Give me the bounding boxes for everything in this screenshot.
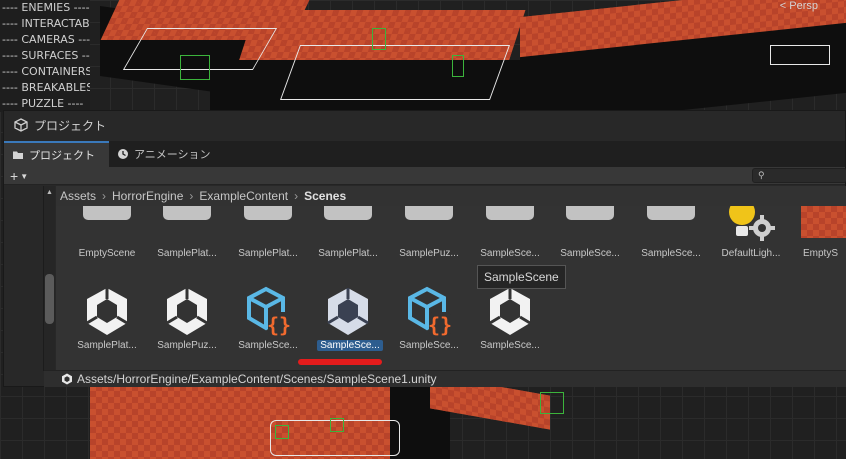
folder-icon (486, 206, 534, 220)
scene-collider (452, 55, 464, 77)
hierarchy-item[interactable]: ---- ENEMIES ---- (0, 0, 90, 16)
scene-wireframe (770, 45, 830, 65)
asset-scene-template[interactable]: {} SampleSce... (390, 286, 468, 360)
unity-scene-icon (489, 288, 531, 335)
svg-text:{}: {} (267, 313, 291, 337)
folder-icon (324, 206, 372, 220)
tab-project[interactable]: プロジェクト (4, 141, 109, 167)
dropdown-arrow-icon: ▼ (20, 172, 29, 182)
asset-folder[interactable]: EmptyScene (68, 206, 146, 280)
lighting-settings-icon (729, 206, 775, 241)
asset-scene[interactable]: SamplePlat... (68, 286, 146, 360)
folder-icon (244, 206, 292, 220)
folder-tree-pane[interactable] (4, 186, 44, 371)
asset-folder[interactable]: SamplePlat... (229, 206, 307, 280)
search-icon: ⚲ (758, 170, 765, 180)
asset-scene[interactable]: SampleSce... (471, 286, 549, 360)
asset-grid: EmptyScene SamplePlat... SamplePlat... S… (56, 206, 846, 370)
scene-collider (540, 392, 564, 414)
window-title: プロジェクト (34, 118, 107, 133)
search-input[interactable]: ⚲ (752, 168, 846, 183)
hierarchy-item[interactable]: ---- INTERACTABLES (0, 16, 90, 32)
scene-preview-icon (801, 206, 846, 238)
breadcrumb-item[interactable]: ExampleContent (199, 189, 288, 203)
scene-collider (275, 425, 289, 439)
persp-label[interactable]: < Persp (780, 0, 818, 12)
tab-bar: プロジェクト アニメーション (4, 141, 845, 167)
asset-scene-template[interactable]: {} SampleSce... (229, 286, 307, 360)
project-window: プロジェクト プロジェクト アニメーション +▼ ⚲ ▲ ▼ Assets › (3, 110, 846, 387)
hierarchy-item[interactable]: ---- CONTAINERS (0, 64, 90, 80)
unity-scene-icon (86, 288, 128, 335)
breadcrumb-current[interactable]: Scenes (304, 189, 346, 203)
breadcrumb-separator-icon: › (294, 189, 299, 203)
folder-icon (83, 206, 131, 220)
scene-collider (372, 28, 386, 50)
asset-label-selected: SampleSce... (317, 340, 383, 351)
scrollbar-thumb[interactable] (45, 274, 54, 324)
hierarchy-panel: ---- ENEMIES ---- ---- INTERACTABLES ---… (0, 0, 90, 112)
asset-label: SamplePuz... (157, 340, 217, 351)
asset-label: EmptyS (803, 248, 839, 259)
asset-label: SampleSce... (641, 248, 701, 259)
scene-collider (330, 418, 344, 432)
folder-icon (647, 206, 695, 220)
hierarchy-item[interactable]: ---- CAMERAS ---- (0, 32, 90, 48)
unity-scene-icon (166, 288, 208, 335)
asset-label: SampleSce... (399, 340, 459, 351)
folder-icon (163, 206, 211, 220)
tab-label: アニメーション (134, 149, 211, 161)
scene-template-icon: {} (408, 286, 452, 337)
asset-folder[interactable]: SampleSce... (632, 206, 710, 280)
asset-label: SamplePlat... (77, 340, 137, 351)
asset-scene[interactable]: SamplePuz... (148, 286, 226, 360)
asset-tooltip: SampleScene (477, 265, 566, 289)
scene-template-icon: {} (247, 286, 291, 337)
asset-label: SampleSce... (238, 340, 298, 351)
asset-label: SamplePlat... (238, 248, 298, 259)
asset-label: SampleSce... (560, 248, 620, 259)
window-title-bar[interactable]: プロジェクト (4, 111, 845, 139)
tab-animation[interactable]: アニメーション (109, 141, 221, 167)
asset-label: SamplePlat... (157, 248, 217, 259)
animation-clock-icon (118, 149, 128, 159)
folder-icon (566, 206, 614, 220)
asset-label: EmptyScene (78, 248, 136, 259)
unity-scene-icon (327, 288, 369, 335)
scene-wireframe (279, 45, 511, 100)
breadcrumb-separator-icon: › (189, 189, 194, 203)
breadcrumb-item[interactable]: Assets (60, 189, 96, 203)
asset-folder[interactable]: SamplePlat... (148, 206, 226, 280)
scroll-up-icon[interactable]: ▲ (46, 189, 53, 196)
unity-scene-icon (62, 373, 72, 385)
annotation-underline (298, 359, 382, 365)
svg-text:{}: {} (428, 313, 452, 337)
scene-collider (180, 55, 210, 80)
vertical-scrollbar[interactable]: ▲ ▼ (44, 186, 55, 387)
asset-label: SampleSce... (480, 340, 540, 351)
asset-folder[interactable]: SamplePuz... (390, 206, 468, 280)
asset-folder[interactable]: SamplePlat... (309, 206, 387, 280)
hierarchy-item[interactable]: ---- BREAKABLES (0, 80, 90, 96)
selected-asset-path: Assets/HorrorEngine/ExampleContent/Scene… (77, 372, 437, 386)
project-toolbar: + ▼ ⚲ (4, 167, 846, 185)
asset-label: SampleSce... (480, 248, 540, 259)
asset-lighting-settings[interactable]: DefaultLigh... (712, 206, 790, 280)
breadcrumb-separator-icon: › (102, 189, 107, 203)
folder-icon (405, 206, 453, 220)
add-label: + (10, 168, 19, 184)
folder-icon (13, 151, 23, 159)
project-cube-icon (14, 118, 28, 132)
asset-label: SamplePuz... (399, 248, 459, 259)
asset-scene-preview[interactable]: EmptyS (793, 206, 846, 280)
asset-label: DefaultLigh... (721, 248, 781, 259)
asset-scene-selected[interactable]: SampleSce... (309, 286, 387, 360)
selected-path-bar: Assets/HorrorEngine/ExampleContent/Scene… (44, 370, 846, 387)
breadcrumb-item[interactable]: HorrorEngine (112, 189, 183, 203)
breadcrumb: Assets › HorrorEngine › ExampleContent ›… (56, 186, 846, 206)
asset-label: SamplePlat... (318, 248, 378, 259)
hierarchy-item[interactable]: ---- SURFACES ---- (0, 48, 90, 64)
add-asset-button[interactable]: + ▼ (10, 167, 28, 185)
tab-label: プロジェクト (29, 150, 95, 162)
